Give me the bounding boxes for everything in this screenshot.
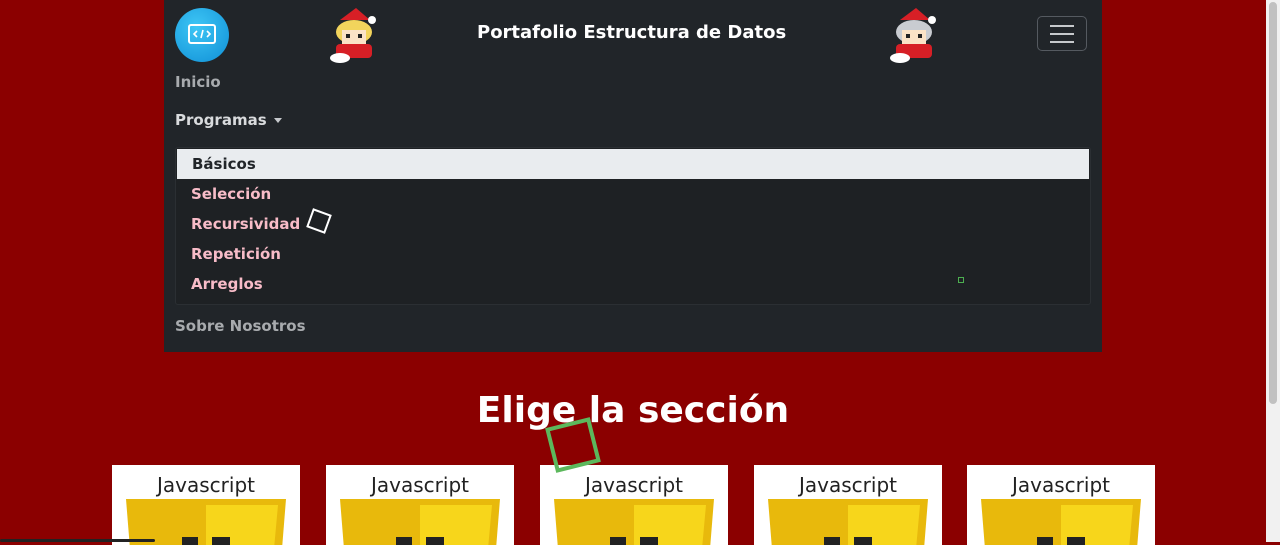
section-card-javascript[interactable]: Javascript <box>540 465 728 545</box>
card-label: Javascript <box>371 473 469 497</box>
dropdown-item-arreglos[interactable]: Arreglos <box>176 269 1090 299</box>
javascript-shield-icon <box>340 499 500 545</box>
javascript-shield-icon <box>981 499 1141 545</box>
section-card-javascript[interactable]: Javascript <box>967 465 1155 545</box>
card-label: Javascript <box>799 473 897 497</box>
section-card-javascript[interactable]: Javascript <box>754 465 942 545</box>
hamburger-line <box>1050 24 1074 27</box>
card-label: Javascript <box>1012 473 1110 497</box>
scrollbar-thumb[interactable] <box>1269 2 1277 404</box>
dropdown-item-seleccion[interactable]: Selección <box>176 179 1090 209</box>
code-logo-icon[interactable] <box>175 8 229 62</box>
dropdown-item-repeticion[interactable]: Repetición <box>176 239 1090 269</box>
caret-down-icon <box>273 118 282 123</box>
santa-character-left-icon <box>330 8 376 63</box>
nav-dropdown-programas[interactable]: Programas <box>175 111 282 129</box>
dropdown-item-basicos[interactable]: Básicos <box>177 149 1089 179</box>
card-label: Javascript <box>585 473 683 497</box>
section-card-javascript[interactable]: Javascript <box>326 465 514 545</box>
nav-link-inicio[interactable]: Inicio <box>175 73 221 91</box>
brand-title[interactable]: Portafolio Estructura de Datos <box>477 22 786 43</box>
nav-link-sobre-nosotros[interactable]: Sobre Nosotros <box>175 317 306 335</box>
santa-character-right-icon <box>890 8 936 63</box>
hamburger-line <box>1050 32 1074 35</box>
javascript-shield-icon <box>768 499 928 545</box>
page-scrollbar[interactable] <box>1266 0 1280 542</box>
section-title: Elige la sección <box>476 390 790 431</box>
nav-dropdown-label: Programas <box>175 111 267 129</box>
navbar-toggler-button[interactable] <box>1037 16 1087 51</box>
card-label: Javascript <box>157 473 255 497</box>
section-card-javascript[interactable]: Javascript <box>112 465 300 545</box>
tiny-square-decoration <box>958 277 964 283</box>
javascript-shield-icon <box>554 499 714 545</box>
hamburger-line <box>1050 40 1074 43</box>
navbar: Portafolio Estructura de Datos Inicio Pr… <box>164 0 1102 352</box>
